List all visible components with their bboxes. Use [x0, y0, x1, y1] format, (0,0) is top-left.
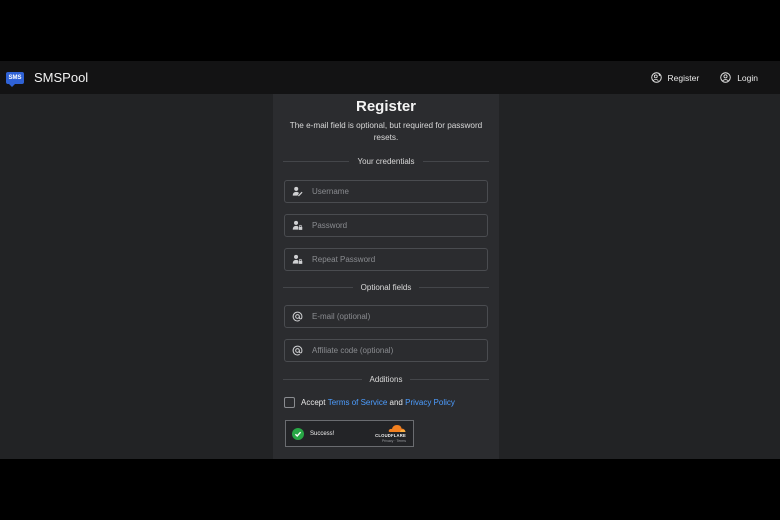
user-lock-icon	[292, 254, 303, 264]
cloudflare-wordmark: CLOUDFLARE	[375, 433, 406, 438]
affiliate-code-field[interactable]	[284, 339, 488, 362]
section-divider-optional: Optional fields	[283, 282, 490, 292]
user-plus-icon	[650, 72, 662, 83]
accept-terms-and: and	[389, 398, 403, 407]
cloudflare-branding: CLOUDFLARE Privacy · Terms	[375, 424, 406, 443]
page-title: Register	[355, 98, 417, 115]
app-window: SMS SMSPool Register Login Register The …	[0, 61, 780, 459]
accept-terms-prefix: Accept	[301, 398, 326, 407]
username-field[interactable]	[284, 180, 488, 203]
captcha-status: Success!	[310, 430, 335, 437]
top-navbar: SMS SMSPool Register Login	[0, 61, 780, 94]
email-input[interactable]	[312, 312, 482, 321]
email-field[interactable]	[284, 305, 488, 328]
privacy-policy-link[interactable]: Privacy Policy	[405, 398, 455, 407]
section-divider-additions: Additions	[283, 374, 490, 384]
brand-logo: SMS	[6, 71, 24, 87]
user-lock-icon	[292, 220, 303, 230]
section-label-credentials: Your credentials	[357, 156, 415, 166]
captcha-privacy-terms-links[interactable]: Privacy · Terms	[382, 439, 406, 443]
form-subtitle: The e-mail field is optional, but requir…	[289, 121, 483, 142]
repeat-password-field[interactable]	[284, 248, 488, 271]
brand-name: SMSPool	[34, 70, 89, 85]
terms-of-service-link[interactable]: Terms of Service	[328, 398, 388, 407]
cloudflare-captcha-widget[interactable]: Success! CLOUDFLARE Privacy · Terms	[285, 420, 414, 447]
nav-login-label: Login	[737, 72, 758, 83]
brand[interactable]: SMS SMSPool	[6, 70, 89, 87]
register-card: Register The e-mail field is optional, b…	[273, 94, 499, 459]
affiliate-code-input[interactable]	[312, 346, 482, 355]
nav-links: Register Login	[630, 72, 758, 83]
username-input[interactable]	[312, 187, 482, 196]
section-divider-credentials: Your credentials	[283, 156, 490, 166]
section-label-optional: Optional fields	[360, 282, 412, 292]
at-icon	[292, 345, 303, 356]
user-pen-icon	[292, 186, 303, 197]
password-input[interactable]	[312, 221, 482, 230]
section-label-additions: Additions	[369, 374, 403, 384]
check-circle-icon	[292, 427, 304, 440]
at-icon	[292, 311, 303, 322]
nav-register-link[interactable]: Register	[650, 72, 700, 83]
repeat-password-input[interactable]	[312, 255, 482, 264]
accept-terms-checkbox[interactable]	[284, 397, 295, 408]
nav-register-label: Register	[667, 72, 700, 83]
nav-login-link[interactable]: Login	[720, 72, 758, 83]
password-field[interactable]	[284, 214, 488, 237]
user-circle-icon	[720, 72, 731, 83]
cloudflare-cloud-icon	[388, 425, 406, 432]
accept-terms-row: Accept Terms of Service and Privacy Poli…	[284, 397, 455, 408]
